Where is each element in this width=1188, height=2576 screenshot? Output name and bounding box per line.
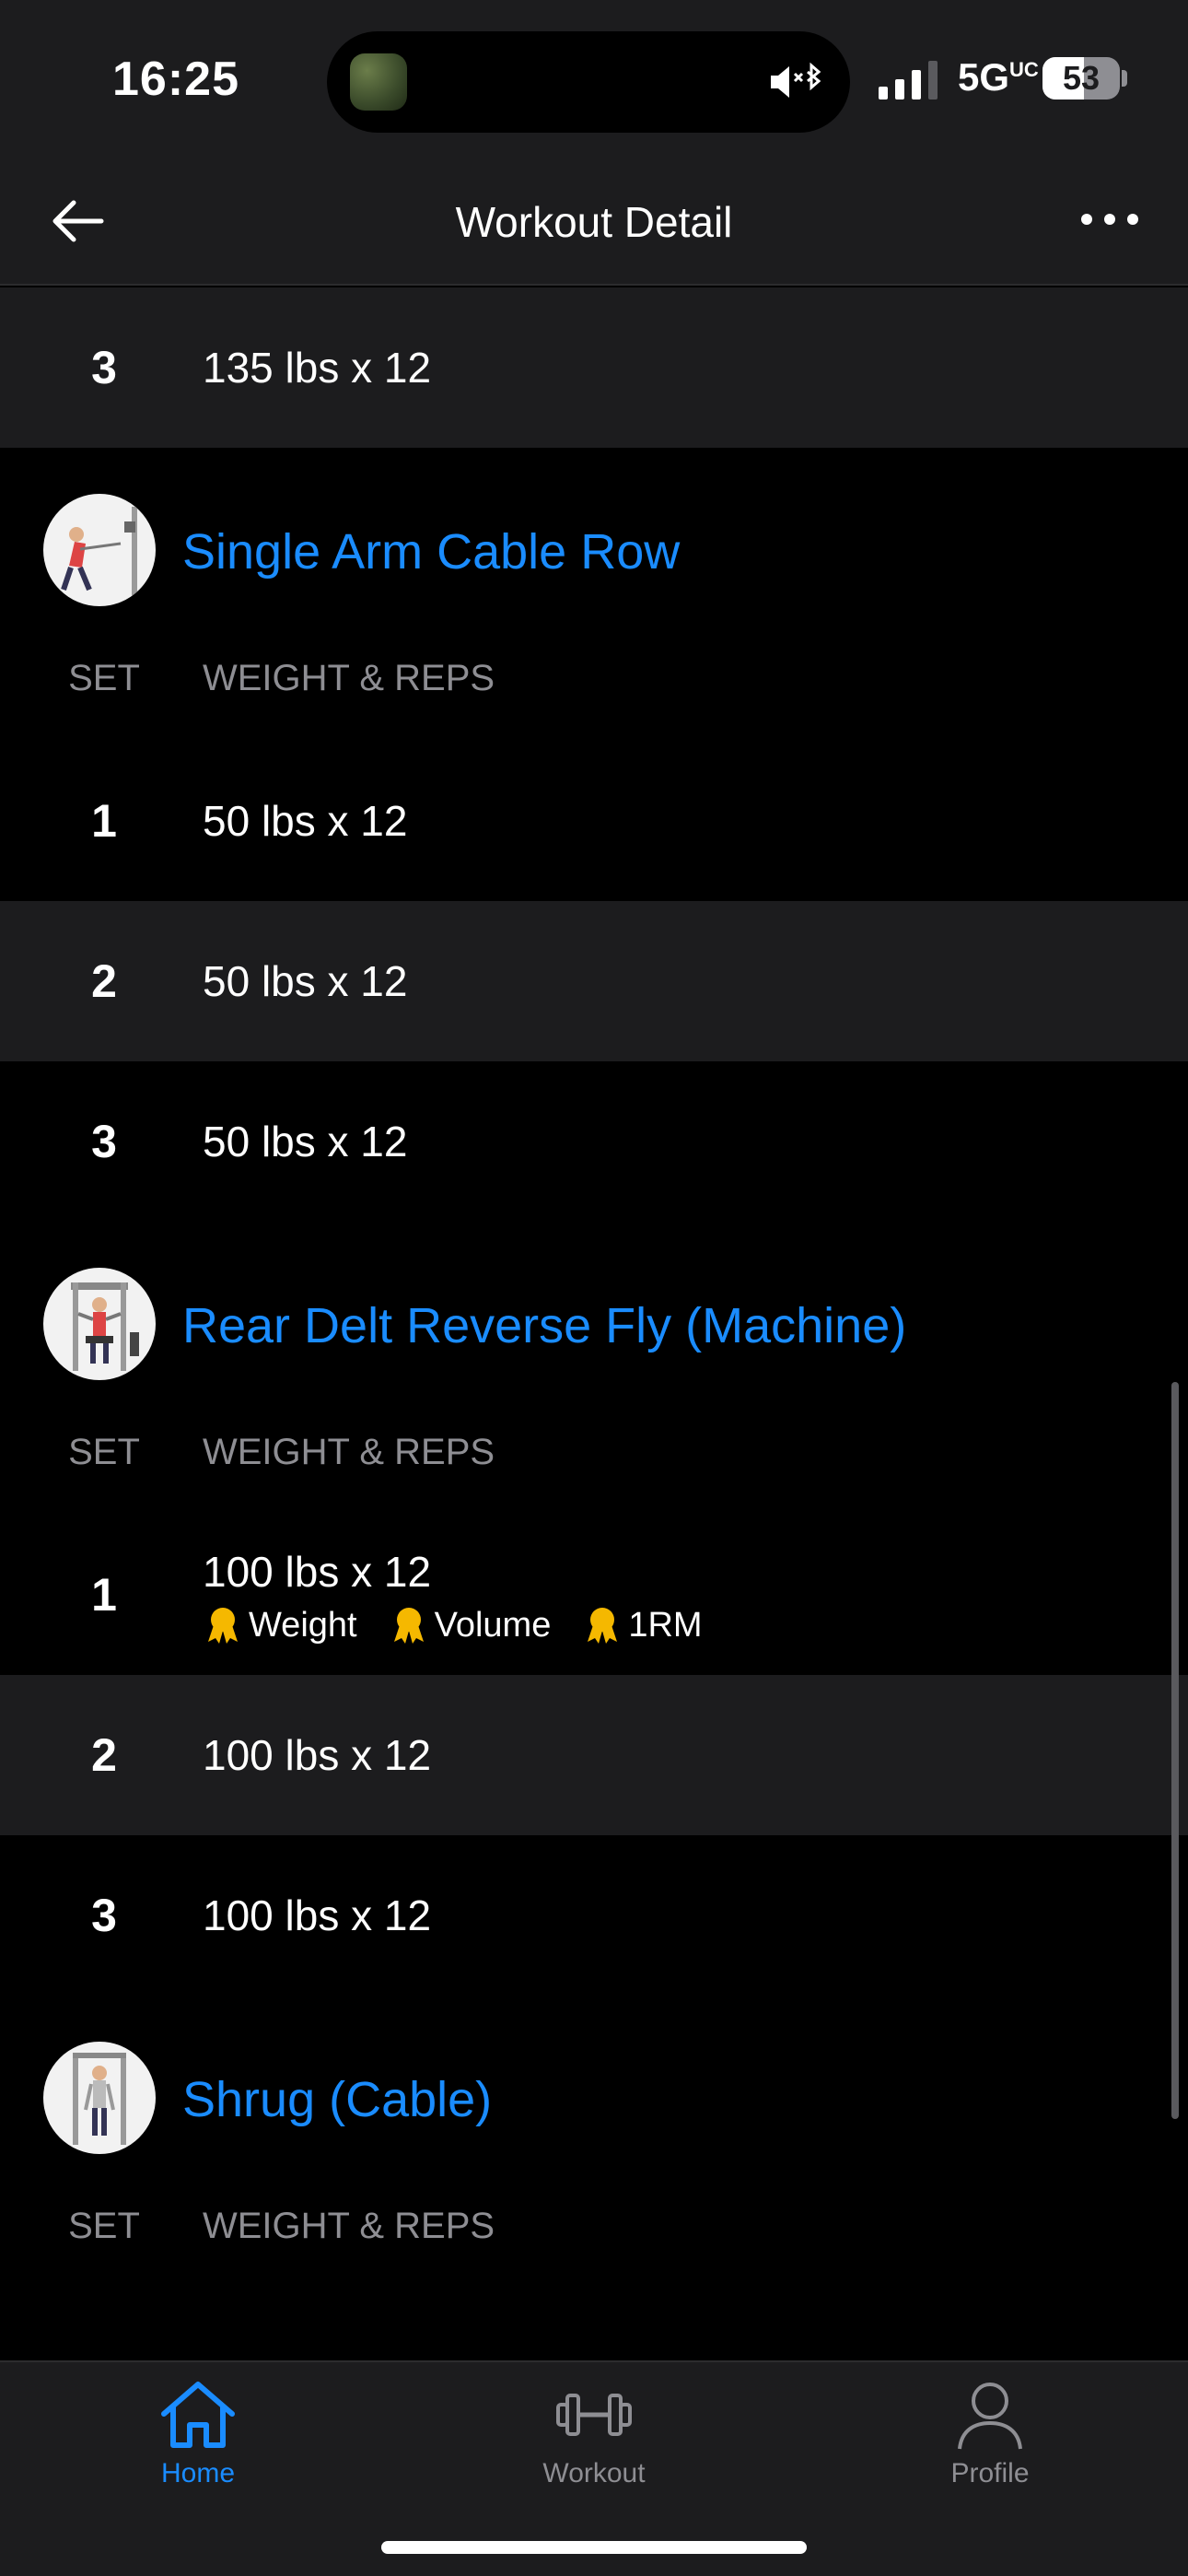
set-column-header: SET bbox=[68, 658, 140, 698]
exercise-name[interactable]: Shrug (Cable) bbox=[182, 2071, 492, 2128]
network-label: 5G bbox=[958, 55, 1010, 99]
weight-reps: 100 lbs x 12 bbox=[203, 1731, 432, 1779]
set-number: 3 bbox=[91, 342, 117, 393]
page-title: Workout Detail bbox=[455, 198, 733, 246]
set-column-header: SET bbox=[68, 2206, 140, 2246]
pr-badge-label: Weight bbox=[249, 1605, 357, 1645]
tab-profile[interactable]: Profile bbox=[870, 2379, 1110, 2526]
set-number: 1 bbox=[91, 795, 117, 847]
exercise-thumbnail bbox=[43, 494, 156, 606]
weight-reps: 135 lbs x 12 bbox=[203, 344, 432, 392]
pr-badge: Volume bbox=[389, 1605, 552, 1645]
battery-icon: 53 bbox=[1042, 57, 1127, 100]
scrollbar[interactable] bbox=[1171, 1382, 1179, 2119]
pr-badge-label: Volume bbox=[434, 1605, 552, 1645]
weight-reps: 100 lbs x 12 bbox=[203, 1548, 432, 1596]
set-row: 2 50 lbs x 12 bbox=[0, 901, 1188, 1061]
weight-reps: 50 lbs x 12 bbox=[203, 797, 408, 845]
tab-profile-label: Profile bbox=[950, 2458, 1030, 2488]
home-indicator[interactable] bbox=[381, 2541, 807, 2554]
pr-badge: Weight bbox=[203, 1605, 357, 1645]
set-row: 3 135 lbs x 12 bbox=[0, 287, 1188, 448]
set-row: 1 50 lbs x 12 bbox=[0, 741, 1188, 901]
medal-icon bbox=[393, 1608, 424, 1644]
weight-reps-column-header: WEIGHT & REPS bbox=[203, 2206, 495, 2246]
set-row: 3 50 lbs x 12 bbox=[0, 1061, 1188, 1222]
weight-reps: 50 lbs x 12 bbox=[203, 1118, 408, 1165]
cellular-signal-icon bbox=[879, 61, 938, 100]
dumbbell-icon bbox=[556, 2394, 632, 2436]
battery-percent: 53 bbox=[1062, 59, 1101, 97]
column-headers: SET WEIGHT & REPS bbox=[0, 1423, 1188, 1515]
weight-reps: 50 lbs x 12 bbox=[203, 957, 408, 1005]
pr-badge: 1RM bbox=[582, 1605, 703, 1645]
network-type: 5GUC bbox=[958, 55, 1039, 100]
exercise-header[interactable]: Rear Delt Reverse Fly (Machine) bbox=[0, 1222, 1188, 1423]
exercise-thumbnail bbox=[43, 1268, 156, 1380]
weight-reps-column-header: WEIGHT & REPS bbox=[203, 658, 495, 698]
tab-workout[interactable]: Workout bbox=[474, 2379, 714, 2526]
set-row: 2 100 lbs x 12 bbox=[0, 1675, 1188, 1835]
set-number: 2 bbox=[91, 1729, 117, 1781]
status-bar: 16:25 5GUC 53 bbox=[0, 0, 1188, 157]
dynamic-island[interactable] bbox=[327, 31, 850, 133]
set-number: 3 bbox=[91, 1116, 117, 1167]
mute-bluetooth-icon bbox=[771, 62, 821, 98]
set-number: 1 bbox=[91, 1569, 117, 1621]
exercise-name[interactable]: Rear Delt Reverse Fly (Machine) bbox=[182, 1297, 906, 1354]
network-suffix: UC bbox=[1009, 58, 1039, 81]
now-playing-thumbnail bbox=[350, 53, 407, 111]
exercise-name[interactable]: Single Arm Cable Row bbox=[182, 523, 680, 580]
set-number: 2 bbox=[91, 955, 117, 1007]
set-number: 3 bbox=[91, 1890, 117, 1941]
tab-workout-label: Workout bbox=[542, 2458, 646, 2488]
nav-bar: Workout Detail bbox=[0, 157, 1188, 286]
exercise-header[interactable]: Shrug (Cable) bbox=[0, 1996, 1188, 2196]
exercise-header[interactable]: Single Arm Cable Row bbox=[0, 448, 1188, 649]
weight-reps: 100 lbs x 12 bbox=[203, 1891, 432, 1939]
column-headers: SET WEIGHT & REPS bbox=[0, 649, 1188, 741]
exercise-thumbnail bbox=[43, 2042, 156, 2154]
person-icon bbox=[958, 2383, 1022, 2450]
personal-record-badges: Weight Volume 1RM bbox=[203, 1605, 703, 1645]
set-row: 1 100 lbs x 12 Weight Volume 1RM bbox=[0, 1515, 1188, 1675]
status-time: 16:25 bbox=[112, 53, 239, 106]
set-row: 3 100 lbs x 12 bbox=[0, 1835, 1188, 1996]
workout-detail-content[interactable]: 3 135 lbs x 12 Single Arm Cable Row SET … bbox=[0, 287, 1188, 2360]
home-icon bbox=[161, 2382, 235, 2448]
tab-home-label: Home bbox=[160, 2458, 236, 2488]
ellipsis-icon[interactable] bbox=[1077, 201, 1142, 238]
weight-reps-column-header: WEIGHT & REPS bbox=[203, 1432, 495, 1472]
tab-home[interactable]: Home bbox=[78, 2379, 318, 2526]
column-headers: SET WEIGHT & REPS bbox=[0, 2196, 1188, 2289]
pr-badge-label: 1RM bbox=[628, 1605, 703, 1645]
medal-icon bbox=[208, 1608, 238, 1644]
medal-icon bbox=[588, 1608, 618, 1644]
set-column-header: SET bbox=[68, 1432, 140, 1472]
